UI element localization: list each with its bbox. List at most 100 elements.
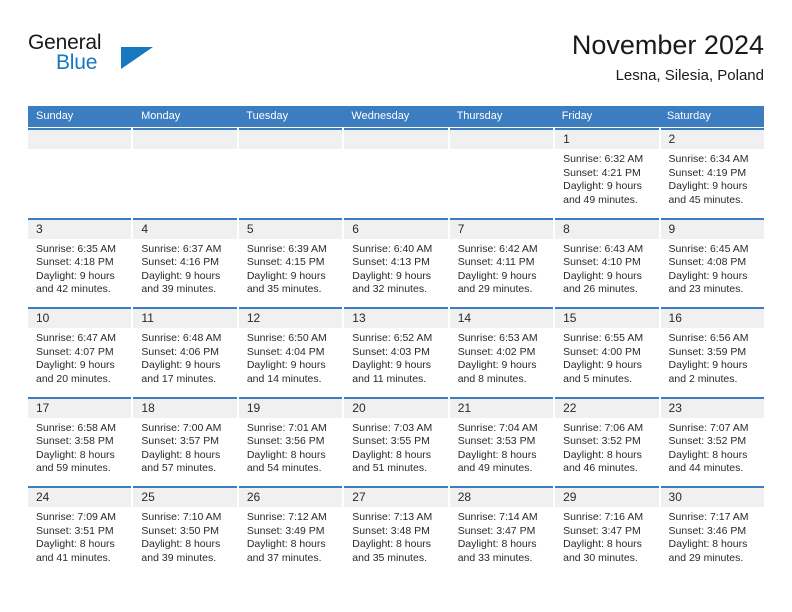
calendar-day-cell[interactable]: 25 Sunrise: 7:10 AM Sunset: 3:50 PM Dayligh… (133, 486, 237, 575)
sunrise-text: Sunrise: 6:58 AM (36, 421, 116, 434)
weekday-header-saturday: Saturday (666, 110, 711, 122)
daylight-text-line2: and 23 minutes. (668, 283, 744, 296)
day-sun-info: Sunrise: 6:34 AM Sunset: 4:19 PM Daylight:… (661, 149, 764, 207)
day-sun-info: Sunrise: 6:37 AM Sunset: 4:16 PM Daylight:… (133, 239, 236, 297)
calendar-day-cell[interactable]: 5 Sunrise: 6:39 AM Sunset: 4:15 PM Daylight… (238, 217, 343, 306)
calendar-day-cell[interactable]: 6 Sunrise: 6:40 AM Sunset: 4:13 PM Daylight… (344, 217, 448, 306)
day-number: 2 (660, 130, 764, 149)
daylight-text-line2: and 33 minutes. (457, 551, 533, 564)
calendar-day-cell[interactable]: 24 Sunrise: 7:09 AM Sunset: 3:51 PM Dayligh… (28, 486, 132, 575)
daylight-text-line2: and 30 minutes. (563, 551, 638, 564)
calendar-day-cell[interactable]: 9 Sunrise: 6:45 AM Sunset: 4:08 PM Daylight… (660, 217, 764, 306)
sunset-text: Sunset: 4:08 PM (668, 256, 747, 269)
day-sun-info: Sunrise: 7:16 AM Sunset: 3:47 PM Daylight:… (555, 507, 658, 565)
day-number: 23 (660, 398, 764, 418)
calendar-day-cell[interactable]: 11 Sunrise: 6:48 AM Sunset: 4:06 PM Dayligh… (133, 307, 237, 396)
calendar-day-cell[interactable]: 29 Sunrise: 7:16 AM Sunset: 3:47 PM Dayligh… (555, 486, 659, 575)
calendar-week-row: 17 Sunrise: 6:58 AM Sunset: 3:58 PM Dayligh… (28, 396, 764, 485)
general-blue-logo[interactable]: General Blue (28, 32, 168, 88)
daylight-text-line2: and 49 minutes. (457, 462, 533, 475)
daylight-text-line1: Daylight: 9 hours (352, 359, 432, 372)
weekday-header-tuesday: Tuesday (246, 110, 289, 122)
calendar-day-cell[interactable]: 30 Sunrise: 7:17 AM Sunset: 3:46 PM Dayligh… (660, 486, 764, 575)
daylight-text-line1: Daylight: 8 hours (457, 448, 537, 461)
calendar-week-row: 1 Sunrise: 6:32 AM Sunset: 4:21 PM Daylight… (28, 128, 764, 217)
calendar-day-cell[interactable]: 16 Sunrise: 6:56 AM Sunset: 3:59 PM Dayligh… (660, 307, 764, 396)
day-number: 18 (133, 398, 237, 418)
day-sun-info: Sunrise: 7:03 AM Sunset: 3:55 PM Daylight:… (344, 418, 447, 476)
sunset-text: Sunset: 4:11 PM (457, 256, 535, 269)
weekday-header-sunday: Sunday (36, 110, 74, 122)
daylight-text-line1: Daylight: 8 hours (141, 448, 221, 461)
calendar-day-cell[interactable]: 1 Sunrise: 6:32 AM Sunset: 4:21 PM Daylight… (555, 128, 659, 217)
daylight-text-line2: and 39 minutes. (141, 551, 217, 564)
sunset-text: Sunset: 4:21 PM (563, 166, 641, 179)
day-number: 29 (555, 488, 659, 507)
calendar-day-cell[interactable]: 26 Sunrise: 7:12 AM Sunset: 3:49 PM Dayligh… (238, 486, 343, 575)
calendar-day-cell[interactable]: 7 Sunrise: 6:42 AM Sunset: 4:11 PM Daylight… (449, 217, 554, 306)
day-number-band (28, 130, 132, 149)
sunrise-text: Sunrise: 7:06 AM (563, 421, 644, 434)
daylight-text-line1: Daylight: 9 hours (563, 180, 642, 193)
day-number: 24 (28, 488, 132, 507)
sunset-text: Sunset: 3:53 PM (457, 435, 536, 448)
calendar-day-cell[interactable]: 28 Sunrise: 7:14 AM Sunset: 3:47 PM Dayligh… (449, 486, 554, 575)
calendar-day-cell[interactable]: 2 Sunrise: 6:34 AM Sunset: 4:19 PM Daylight… (660, 128, 764, 217)
sunset-text: Sunset: 4:07 PM (36, 345, 114, 358)
sunset-text: Sunset: 3:47 PM (457, 524, 536, 537)
sunrise-text: Sunrise: 6:37 AM (141, 242, 222, 255)
day-sun-info: Sunrise: 7:14 AM Sunset: 3:47 PM Daylight:… (450, 507, 553, 565)
calendar-day-cell[interactable]: 4 Sunrise: 6:37 AM Sunset: 4:16 PM Daylight… (133, 217, 237, 306)
title-block: November 2024 Lesna, Silesia, Poland (572, 28, 764, 86)
daylight-text-line2: and 5 minutes. (563, 372, 632, 385)
day-sun-info: Sunrise: 6:56 AM Sunset: 3:59 PM Daylight:… (661, 328, 764, 386)
sunrise-text: Sunrise: 7:12 AM (246, 511, 327, 523)
day-sun-info: Sunrise: 6:40 AM Sunset: 4:13 PM Daylight:… (344, 239, 447, 297)
day-sun-info: Sunrise: 6:42 AM Sunset: 4:11 PM Daylight:… (450, 239, 553, 297)
daylight-text-line1: Daylight: 9 hours (141, 359, 221, 372)
sunset-text: Sunset: 4:16 PM (141, 256, 220, 269)
sunrise-text: Sunrise: 6:35 AM (36, 242, 116, 255)
calendar-day-cell[interactable]: 18 Sunrise: 7:00 AM Sunset: 3:57 PM Dayligh… (133, 396, 237, 485)
calendar-day-cell[interactable]: 19 Sunrise: 7:01 AM Sunset: 3:56 PM Dayligh… (238, 396, 343, 485)
page-header: General Blue November 2024 Lesna, Silesi… (28, 28, 764, 100)
day-number: 26 (238, 488, 343, 507)
calendar-day-cell[interactable]: 20 Sunrise: 7:03 AM Sunset: 3:55 PM Dayligh… (344, 396, 448, 485)
weekday-header-monday: Monday (141, 110, 181, 122)
day-number: 8 (555, 219, 659, 239)
day-number: 12 (238, 309, 343, 328)
sunrise-text: Sunrise: 7:16 AM (563, 511, 644, 523)
calendar-day-cell[interactable]: 8 Sunrise: 6:43 AM Sunset: 4:10 PM Daylight… (555, 217, 659, 306)
daylight-text-line2: and 2 minutes. (668, 372, 738, 385)
calendar-day-cell[interactable]: 12 Sunrise: 6:50 AM Sunset: 4:04 PM Dayligh… (238, 307, 343, 396)
day-sun-info: Sunrise: 6:48 AM Sunset: 4:06 PM Daylight:… (133, 328, 236, 386)
sunrise-text: Sunrise: 6:42 AM (457, 242, 538, 255)
sunset-text: Sunset: 3:50 PM (141, 524, 220, 537)
calendar-day-cell[interactable]: 15 Sunrise: 6:55 AM Sunset: 4:00 PM Dayligh… (555, 307, 659, 396)
sunrise-text: Sunrise: 6:43 AM (563, 242, 644, 255)
calendar-day-cell[interactable]: 3 Sunrise: 6:35 AM Sunset: 4:18 PM Daylight… (28, 217, 132, 306)
sunset-text: Sunset: 3:48 PM (352, 524, 430, 537)
sunrise-text: Sunrise: 6:39 AM (246, 242, 327, 255)
calendar-day-cell[interactable]: 13 Sunrise: 6:52 AM Sunset: 4:03 PM Dayligh… (344, 307, 448, 396)
day-number-band (133, 130, 237, 149)
calendar-day-cell[interactable]: 10 Sunrise: 6:47 AM Sunset: 4:07 PM Dayligh… (28, 307, 132, 396)
calendar-day-cell[interactable]: 23 Sunrise: 7:07 AM Sunset: 3:52 PM Dayligh… (660, 396, 764, 485)
sunrise-text: Sunrise: 6:40 AM (352, 242, 433, 255)
calendar-day-cell[interactable]: 27 Sunrise: 7:13 AM Sunset: 3:48 PM Dayligh… (344, 486, 448, 575)
day-sun-info: Sunrise: 7:13 AM Sunset: 3:48 PM Daylight:… (344, 507, 447, 565)
day-number: 22 (555, 398, 659, 418)
calendar-weeks: 1 Sunrise: 6:32 AM Sunset: 4:21 PM Daylight… (28, 128, 764, 575)
day-number: 13 (344, 309, 448, 328)
sunrise-text: Sunrise: 7:03 AM (352, 421, 433, 434)
day-number-band (344, 130, 448, 149)
daylight-text-line1: Daylight: 9 hours (563, 359, 642, 372)
calendar-day-cell[interactable]: 22 Sunrise: 7:06 AM Sunset: 3:52 PM Dayligh… (555, 396, 659, 485)
day-sun-info: Sunrise: 7:09 AM Sunset: 3:51 PM Daylight:… (28, 507, 131, 565)
sunset-text: Sunset: 3:52 PM (563, 435, 641, 448)
day-number-band (449, 130, 554, 149)
calendar-day-cell[interactable]: 17 Sunrise: 6:58 AM Sunset: 3:58 PM Dayligh… (28, 396, 132, 485)
sunrise-text: Sunrise: 7:09 AM (36, 511, 116, 523)
calendar-day-cell[interactable]: 14 Sunrise: 6:53 AM Sunset: 4:02 PM Dayligh… (449, 307, 554, 396)
calendar-day-cell[interactable]: 21 Sunrise: 7:04 AM Sunset: 3:53 PM Dayligh… (449, 396, 554, 485)
